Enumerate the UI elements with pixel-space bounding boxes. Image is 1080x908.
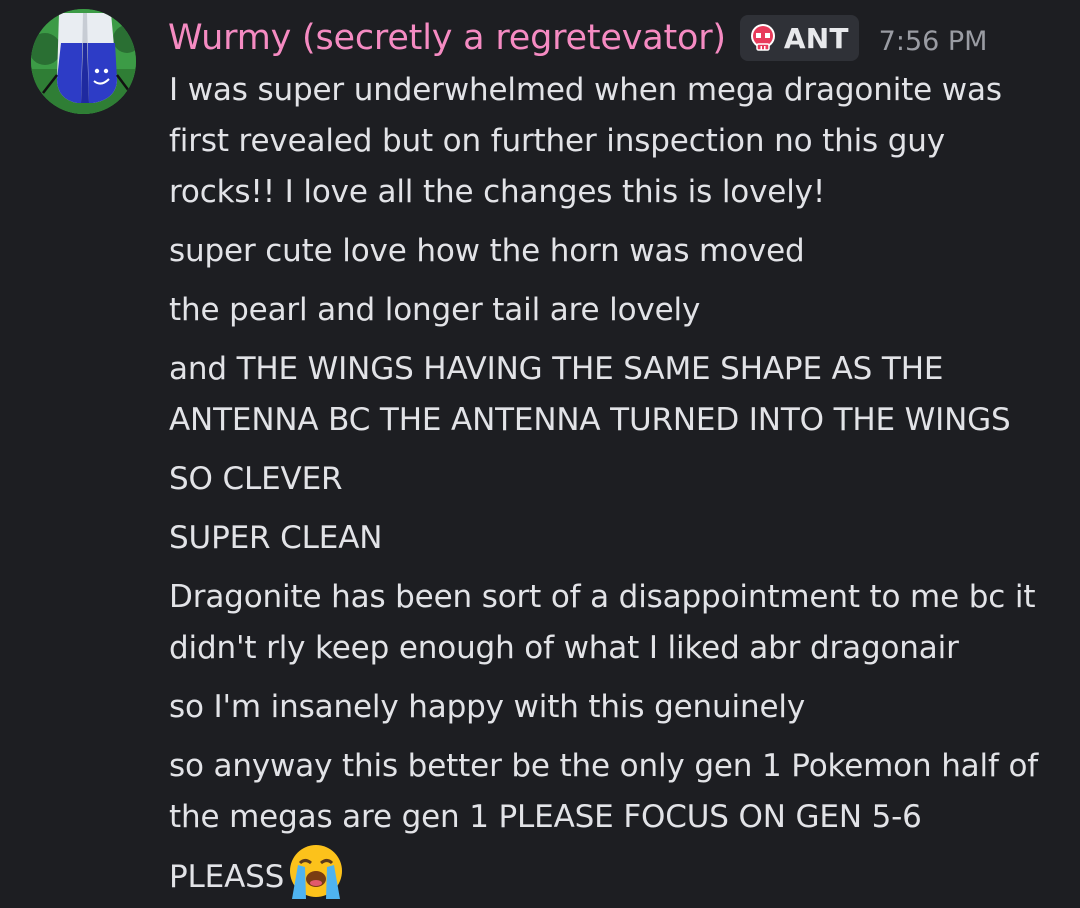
loudly-crying-face-emoji — [288, 843, 344, 908]
message-line: SUPER CLEAN — [169, 520, 383, 556]
message-timestamp[interactable]: 7:56 PM — [879, 20, 988, 57]
pink-skull-icon — [750, 24, 775, 51]
message-line: Dragonite has been sort of a disappointm… — [169, 579, 1036, 615]
message-line: SO CLEVER — [169, 461, 343, 497]
avatar[interactable] — [31, 9, 136, 114]
message-line: and THE WINGS HAVING THE SAME SHAPE AS T… — [169, 351, 944, 387]
avatar-icon — [31, 9, 136, 114]
message-line: first revealed but on further inspection… — [169, 123, 945, 159]
guild-tag[interactable]: ANT — [739, 15, 859, 61]
message-line: super cute love how the horn was moved — [169, 233, 805, 269]
message-line: didn't rly keep enough of what I liked a… — [169, 630, 959, 666]
message-header: Wurmy (secretly a regretevator) ANT 7:56… — [168, 12, 987, 64]
message-line: the megas are gen 1 PLEASE FOCUS ON GEN … — [169, 799, 922, 835]
chat-message: Wurmy (secretly a regretevator) ANT 7:56… — [0, 0, 1080, 908]
message-line-text: PLEASS — [169, 859, 285, 895]
message-line: so anyway this better be the only gen 1 … — [169, 748, 1039, 784]
guild-tag-label: ANT — [783, 21, 849, 55]
message-line: so I'm insanely happy with this genuinel… — [169, 689, 806, 725]
message-line: ANTENNA BC THE ANTENNA TURNED INTO THE W… — [169, 402, 1011, 438]
message-line: the pearl and longer tail are lovely — [169, 292, 701, 328]
message-line: rocks!! I love all the changes this is l… — [169, 174, 826, 210]
message-line-last: PLEASS — [169, 843, 1059, 908]
message-line: I was super underwhelmed when mega drago… — [169, 72, 1002, 108]
username[interactable]: Wurmy (secretly a regretevator) — [168, 18, 726, 58]
